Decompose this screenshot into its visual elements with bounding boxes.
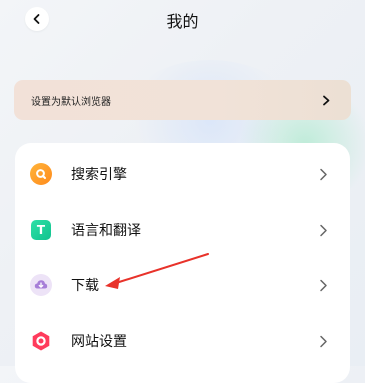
menu-item-label: 搜索引擎 <box>71 167 127 183</box>
banner-label: 设置为默认浏览器 <box>31 96 111 108</box>
menu-item-label: 下载 <box>71 278 99 294</box>
settings-card: 搜索引擎 T 语言和翻译 下载 网站设置 <box>15 143 350 383</box>
download-icon <box>30 274 52 296</box>
header: 我的 <box>0 0 365 38</box>
chevron-right-icon <box>322 95 331 106</box>
translate-icon: T <box>30 219 52 241</box>
site-settings-icon <box>30 330 52 352</box>
menu-item-label: 网站设置 <box>71 334 127 350</box>
chevron-right-icon <box>319 224 328 237</box>
menu-item-search-engine[interactable]: 搜索引擎 <box>15 158 350 190</box>
chevron-right-icon <box>319 279 328 292</box>
chevron-right-icon <box>319 168 328 181</box>
menu-item-label: 语言和翻译 <box>71 223 141 239</box>
search-engine-icon <box>30 163 52 185</box>
set-default-browser-banner[interactable]: 设置为默认浏览器 <box>14 80 351 120</box>
menu-item-language-translate[interactable]: T 语言和翻译 <box>15 214 350 246</box>
menu-item-site-settings[interactable]: 网站设置 <box>15 325 350 357</box>
menu-item-download[interactable]: 下载 <box>15 269 350 301</box>
chevron-right-icon <box>319 335 328 348</box>
page-title: 我的 <box>166 12 199 31</box>
